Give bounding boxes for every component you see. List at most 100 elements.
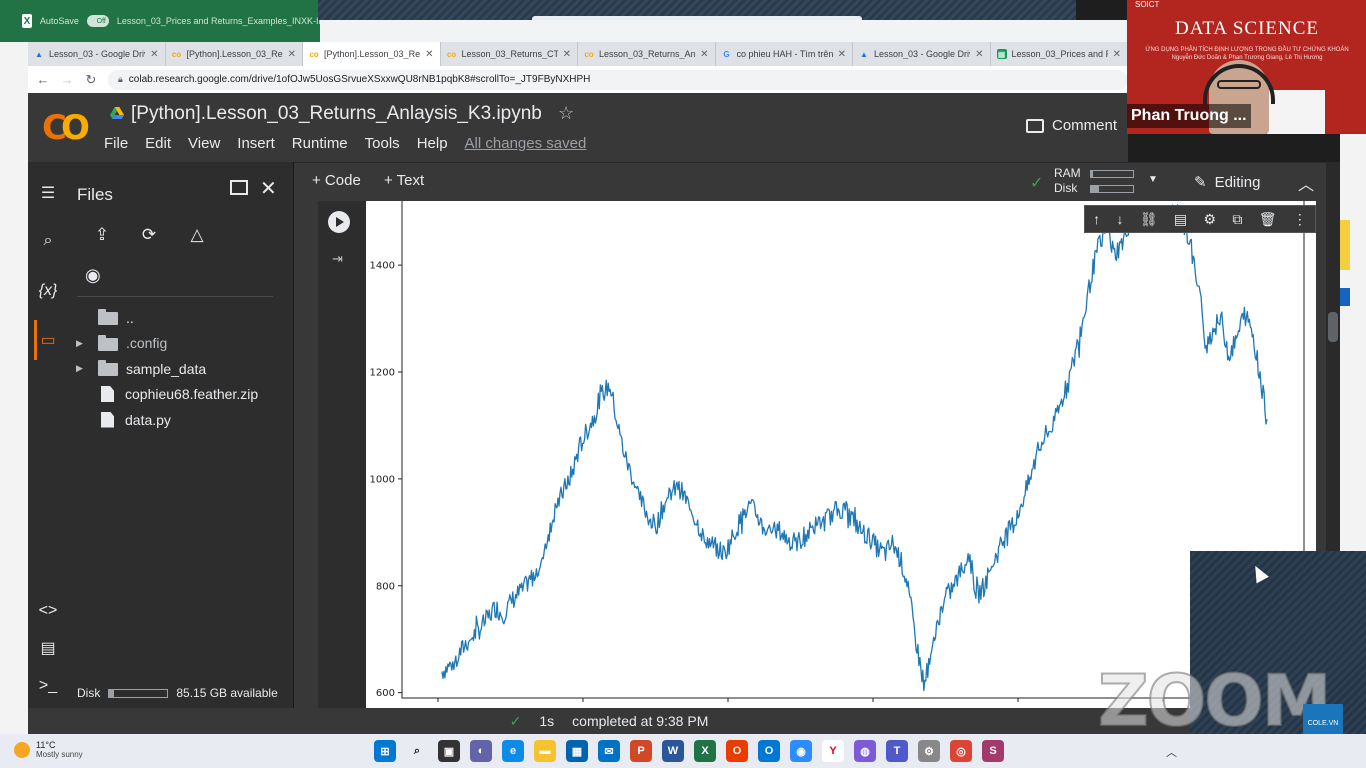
browser-tab[interactable]: ▲ Lesson_03 - Google Drive ✕ <box>28 42 166 66</box>
notebook-title[interactable]: [Python].Lesson_03_Returns_Anlaysis_K3.i… <box>131 103 542 125</box>
add-code-button[interactable]: + Code <box>312 172 361 189</box>
participant-video[interactable]: SOICT DATA SCIENCE ỨNG DỤNG PHÂN TÍCH ĐỊ… <box>1127 0 1366 134</box>
search-icon[interactable]: ⌕ <box>36 229 60 253</box>
terminal-icon[interactable]: >_ <box>36 674 60 698</box>
ram-disk-indicator[interactable]: RAM Disk <box>1032 166 1134 196</box>
browser-tab[interactable]: co Lesson_03_Returns_Anlaysis ✕ <box>578 42 716 66</box>
output-menu-icon[interactable]: ⇥ <box>332 251 343 267</box>
close-tab-icon[interactable]: ✕ <box>563 49 571 60</box>
star-icon[interactable]: ☆ <box>558 103 574 124</box>
autosave-toggle[interactable]: Off <box>86 15 109 27</box>
coccoc-icon[interactable]: Y <box>822 740 844 762</box>
folder-item[interactable]: ▶ sample_data <box>68 356 206 381</box>
refresh-folder-icon[interactable]: ⟳ <box>138 224 160 246</box>
video-subtitle-line: ỨNG DỤNG PHÂN TÍCH ĐỊNH LƯỢNG TRONG ĐẦU … <box>1145 47 1349 53</box>
start-icon[interactable]: ⊞ <box>374 740 396 762</box>
folder-item[interactable]: .. <box>68 305 134 330</box>
pencil-icon: ✎ <box>1194 174 1207 191</box>
close-tab-icon[interactable]: ✕ <box>425 49 433 60</box>
menu-tools[interactable]: Tools <box>365 135 400 152</box>
move-up-icon[interactable]: ↑ <box>1093 211 1100 227</box>
folder-item[interactable]: ▶ .config <box>68 331 167 356</box>
mirror-cell-icon[interactable]: ⧉ <box>1232 211 1242 228</box>
teams-icon[interactable]: T <box>886 740 908 762</box>
settings-icon[interactable]: ⚙ <box>918 740 940 762</box>
menu-edit[interactable]: Edit <box>145 135 171 152</box>
move-down-icon[interactable]: ↓ <box>1116 211 1123 227</box>
back-icon[interactable]: ← <box>36 72 50 87</box>
file-item[interactable]: cophieu68.feather.zip <box>68 382 258 407</box>
close-tab-icon[interactable]: ✕ <box>1113 49 1121 60</box>
close-tab-icon[interactable]: ✕ <box>975 49 983 60</box>
close-icon[interactable]: ✕ <box>260 176 277 201</box>
menu-view[interactable]: View <box>188 135 220 152</box>
folder-icon[interactable]: ▭ <box>36 328 60 352</box>
file-item[interactable]: data.py <box>68 407 171 432</box>
glasses-shape <box>1217 80 1261 89</box>
word-icon[interactable]: W <box>662 740 684 762</box>
variables-icon[interactable]: {x} <box>36 279 60 303</box>
reload-icon[interactable]: ↻ <box>84 72 98 88</box>
menu-file[interactable]: File <box>104 135 128 152</box>
app-icon[interactable]: ◍ <box>854 740 876 762</box>
delete-icon[interactable]: 🗑︎ <box>1259 211 1277 228</box>
menu-insert[interactable]: Insert <box>237 135 275 152</box>
cell-output-area: ⇥ 600 800 1000 1200 1400 ↑ ↓ ⛓ ▤ ⚙ ⧉ 🗑︎ ⋮ <box>294 201 1334 708</box>
close-tab-icon[interactable]: ✕ <box>700 49 708 60</box>
comment-icon[interactable]: ▤ <box>1174 211 1187 228</box>
settings-icon[interactable]: ⚙ <box>1203 211 1216 228</box>
browser-tab[interactable]: co [Python].Lesson_03_Returns ✕ <box>166 42 303 66</box>
expand-caret-icon[interactable]: ▶ <box>76 363 90 374</box>
chevron-down-icon[interactable]: ▼ <box>1148 174 1158 185</box>
chrome-icon[interactable]: ◎ <box>950 740 972 762</box>
file-name: .config <box>126 335 168 351</box>
office-icon[interactable]: O <box>726 740 748 762</box>
comment-button[interactable]: Comment <box>1026 117 1117 134</box>
table-of-contents-icon[interactable]: ☰ <box>36 181 60 205</box>
file-explorer-icon[interactable]: ▬ <box>534 740 556 762</box>
mail-icon[interactable]: ✉ <box>598 740 620 762</box>
app-icon[interactable]: S <box>982 740 1004 762</box>
task-view-icon[interactable]: ▣ <box>438 740 460 762</box>
link-icon[interactable]: ⛓ <box>1140 211 1158 228</box>
close-tab-icon[interactable]: ✕ <box>150 49 158 60</box>
more-icon[interactable]: ⋮ <box>1293 211 1307 228</box>
editing-button[interactable]: ✎ Editing <box>1194 173 1260 192</box>
disk-label: Disk <box>77 686 101 700</box>
outlook-icon[interactable]: O <box>758 740 780 762</box>
browser-tab[interactable]: co Lesson_03_Returns_CTG ✕ <box>441 42 578 66</box>
store-icon[interactable]: ▦ <box>566 740 588 762</box>
save-status[interactable]: All changes saved <box>465 135 587 152</box>
close-tab-icon[interactable]: ✕ <box>838 49 846 60</box>
powerpoint-icon[interactable]: P <box>630 740 652 762</box>
zoom-icon[interactable]: ◉ <box>790 740 812 762</box>
mount-drive-icon[interactable]: △ <box>186 224 208 246</box>
upload-file-icon[interactable]: ⇪ <box>91 224 113 246</box>
add-text-button[interactable]: + Text <box>384 172 424 189</box>
browser-tab[interactable]: ▲ Lesson_03 - Google Drive ✕ <box>853 42 991 66</box>
close-tab-icon[interactable]: ✕ <box>288 49 296 60</box>
run-cell-button[interactable] <box>328 211 350 233</box>
colab-logo[interactable]: CO <box>42 108 90 148</box>
browser-tab[interactable]: co [Python].Lesson_03_Returns ✕ <box>303 42 441 66</box>
command-palette-icon[interactable]: ▤ <box>36 636 60 660</box>
excel-icon[interactable]: X <box>694 740 716 762</box>
open-in-window-icon[interactable] <box>230 180 248 195</box>
chevron-up-icon[interactable]: ︿ <box>1166 744 1177 760</box>
eye-icon[interactable]: ◉ <box>85 265 101 286</box>
menu-runtime[interactable]: Runtime <box>292 135 348 152</box>
search-icon[interactable]: ⌕ <box>406 740 428 762</box>
expand-caret-icon[interactable]: ▶ <box>76 338 90 349</box>
chat-icon[interactable]: ◐ <box>470 740 492 762</box>
disk-available: 85.15 GB available <box>176 686 278 700</box>
browser-tab[interactable]: Gco phieu HAH - Tìm trên ✕ <box>716 42 853 66</box>
weather-widget[interactable]: 11°C Mostly sunny <box>14 740 83 760</box>
browser-tab[interactable]: ▦ Lesson_03_Prices and Re ✕ <box>991 42 1128 66</box>
url-field[interactable]: 🔒︎ colab.research.google.com/drive/1ofOJ… <box>108 69 1128 90</box>
menu-help[interactable]: Help <box>417 135 448 152</box>
y-tick-label: 1400 <box>370 261 395 272</box>
chevron-up-icon[interactable]: ︿ <box>1298 171 1314 195</box>
edge-icon[interactable]: e <box>502 740 524 762</box>
code-snippets-icon[interactable]: <> <box>36 599 60 623</box>
forward-icon[interactable]: → <box>60 72 74 87</box>
